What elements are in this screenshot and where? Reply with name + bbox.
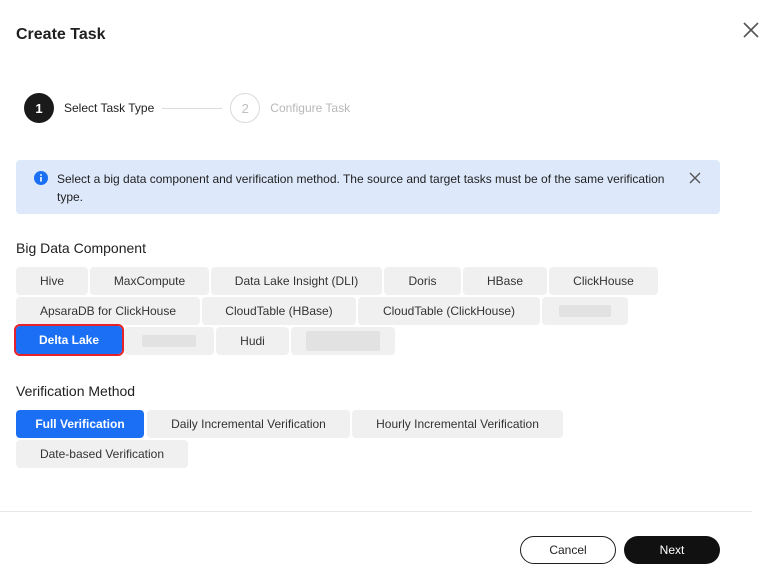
alert-message: Select a big data component and verifica… xyxy=(57,172,665,204)
stepper: 1 Select Task Type 2 Configure Task xyxy=(24,93,350,123)
component-option-apsaradb-clickhouse[interactable]: ApsaraDB for ClickHouse xyxy=(16,297,200,325)
component-option-redacted-1[interactable] xyxy=(542,297,628,325)
alert-close-icon[interactable] xyxy=(688,171,702,185)
info-alert: Select a big data component and verifica… xyxy=(16,160,720,214)
step-1-indicator: 1 xyxy=(24,93,54,123)
dialog-title: Create Task xyxy=(16,26,106,43)
component-option-redacted-2[interactable] xyxy=(124,327,214,355)
step-1-label: Select Task Type xyxy=(64,101,155,115)
step-2-label: Configure Task xyxy=(270,101,351,115)
component-option-doris[interactable]: Doris xyxy=(384,267,461,295)
verification-method-label: Verification Method xyxy=(16,383,136,399)
step-2-indicator: 2 xyxy=(230,93,261,123)
component-option-maxcompute[interactable]: MaxCompute xyxy=(90,267,209,295)
cancel-button[interactable]: Cancel xyxy=(520,536,616,564)
method-option-hourly-incremental[interactable]: Hourly Incremental Verification xyxy=(352,410,563,438)
big-data-component-label: Big Data Component xyxy=(16,240,146,256)
component-option-dli[interactable]: Data Lake Insight (DLI) xyxy=(211,267,382,295)
method-option-date-based[interactable]: Date-based Verification xyxy=(16,440,188,468)
info-icon xyxy=(34,171,48,185)
method-option-daily-incremental[interactable]: Daily Incremental Verification xyxy=(147,410,350,438)
method-option-full[interactable]: Full Verification xyxy=(16,410,144,438)
redacted-label xyxy=(306,331,380,351)
footer-divider xyxy=(0,511,752,512)
next-button[interactable]: Next xyxy=(624,536,720,564)
component-option-hbase[interactable]: HBase xyxy=(463,267,547,295)
component-option-hudi[interactable]: Hudi xyxy=(216,327,289,355)
component-option-cloudtable-hbase[interactable]: CloudTable (HBase) xyxy=(202,297,356,325)
component-option-delta-lake[interactable]: Delta Lake xyxy=(14,324,124,356)
step-connector xyxy=(162,107,223,109)
create-task-dialog: Create Task 1 Select Task Type 2 Configu… xyxy=(0,0,765,573)
redacted-label xyxy=(142,335,196,347)
component-option-redacted-3[interactable] xyxy=(291,327,395,355)
close-icon[interactable] xyxy=(741,20,761,40)
component-option-hive[interactable]: Hive xyxy=(16,267,88,295)
component-option-cloudtable-clickhouse[interactable]: CloudTable (ClickHouse) xyxy=(358,297,540,325)
redacted-label xyxy=(559,305,611,317)
component-option-clickhouse[interactable]: ClickHouse xyxy=(549,267,658,295)
